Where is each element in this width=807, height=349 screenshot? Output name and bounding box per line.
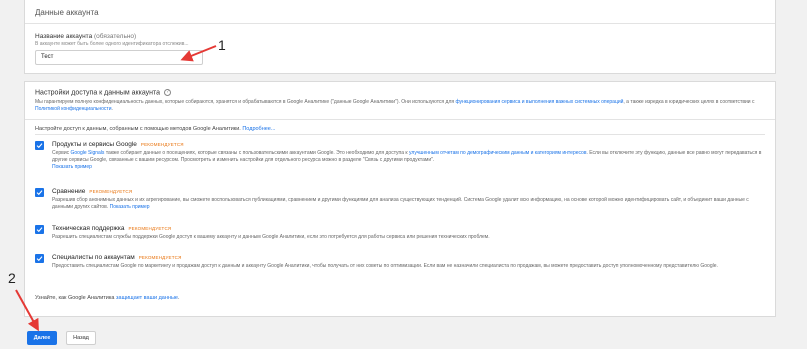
arrow-to-next-button <box>15 289 39 332</box>
arrow-to-name-input <box>180 45 217 62</box>
annotation-arrows <box>15 45 217 332</box>
page: Данные аккаунта Название аккаунта (обяза… <box>0 0 807 349</box>
